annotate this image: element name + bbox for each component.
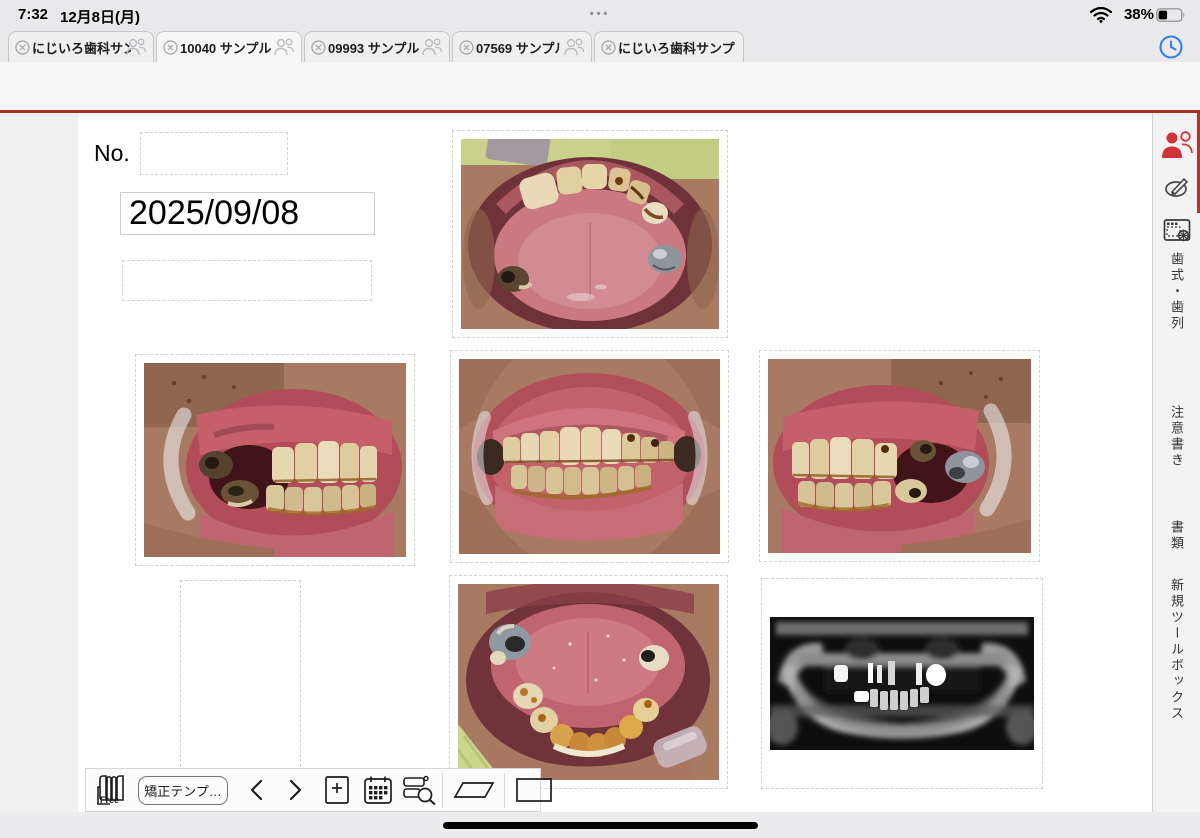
tab-close-icon[interactable] (601, 40, 616, 55)
tab-07569-sample[interactable]: 07569 サンプル (452, 31, 592, 62)
people-icon (563, 38, 585, 56)
photo-frontal[interactable] (450, 350, 729, 563)
tab-10040-sample[interactable]: 10040 サンプル (156, 31, 302, 62)
add-page-icon (324, 775, 350, 805)
tab-label: 09993 サンプル (328, 38, 419, 57)
toolbox-window-icon[interactable] (1163, 217, 1191, 245)
tab-nijiiro-shika-sample-2[interactable]: にじいろ歯科サンプル (594, 31, 744, 62)
tab-nijiiro-shika-sample-1[interactable]: にじいろ歯科サンプル (8, 31, 154, 62)
sidebar-item-notes[interactable]: 注意書き (1167, 405, 1186, 469)
sidebar-item-tooth-chart[interactable]: 歯式・歯列 (1167, 252, 1186, 332)
canvas-left-gutter (0, 113, 78, 812)
prev-page-button[interactable] (238, 769, 274, 811)
parallelogram-shape-button[interactable] (448, 769, 500, 811)
parallelogram-icon (453, 781, 495, 799)
photo-slot-empty[interactable] (180, 580, 301, 772)
tab-label: 10040 サンプル (180, 38, 271, 57)
tab-label: 07569 サンプル (476, 38, 561, 57)
patients-people-icon[interactable] (1161, 131, 1193, 159)
patient-no-field[interactable] (140, 132, 288, 175)
tab-label: にじいろ歯科サンプル (618, 38, 735, 57)
home-indicator[interactable] (443, 822, 758, 829)
memo-field[interactable] (122, 260, 372, 301)
add-page-button[interactable] (318, 769, 356, 811)
signature-pen-icon[interactable] (1164, 175, 1190, 199)
xray-panoramic[interactable] (761, 578, 1043, 789)
no-label: No. (94, 140, 130, 167)
template-book-button[interactable]: Free (92, 769, 136, 811)
tag-search-icon (402, 775, 436, 805)
calendar-icon (363, 775, 393, 805)
tab-09993-sample[interactable]: 09993 サンプル (304, 31, 450, 62)
people-icon (273, 38, 295, 56)
tab-close-icon[interactable] (311, 40, 326, 55)
top-chrome: 7:32 12月8日(月) ••• 38% にじいろ歯科サンプル (0, 0, 1200, 62)
free-mode-label: Free (100, 795, 119, 805)
bottom-toolbar-divider (504, 773, 505, 808)
main-toolbar: 10040 サンプル 見る 指す 書く (0, 62, 1200, 110)
app-screen: 7:32 12月8日(月) ••• 38% にじいろ歯科サンプル (0, 0, 1200, 838)
calendar-button[interactable] (358, 769, 398, 811)
rectangle-shape-button[interactable] (510, 769, 558, 811)
battery-icon (1156, 8, 1186, 22)
chevron-right-icon (289, 779, 303, 801)
photo-left-lateral[interactable] (759, 350, 1040, 562)
sidebar-item-new-toolbox[interactable]: 新規ツールボックス (1167, 578, 1186, 722)
bottom-toolbar-divider (442, 773, 443, 808)
bottom-strip (0, 812, 1200, 838)
battery-percent: 38% (1124, 6, 1154, 23)
sidebar-item-documents[interactable]: 書類 (1167, 520, 1186, 552)
tab-close-icon[interactable] (459, 40, 474, 55)
people-icon (421, 38, 443, 56)
people-icon (125, 38, 147, 56)
tab-label: にじいろ歯科サンプル (32, 38, 131, 57)
ortho-template-button[interactable]: 矯正テンプ… (138, 776, 228, 805)
photo-right-lateral[interactable] (135, 354, 415, 566)
history-clock-icon[interactable] (1158, 34, 1184, 60)
rectangle-icon (515, 777, 553, 803)
next-page-button[interactable] (278, 769, 314, 811)
bottom-toolbar: Free 矯正テンプ… (85, 768, 541, 812)
tab-close-icon[interactable] (163, 40, 178, 55)
photo-mandibular-occlusal[interactable] (449, 575, 728, 789)
wifi-icon (1090, 7, 1112, 23)
chevron-left-icon (249, 779, 263, 801)
photo-maxillary-occlusal[interactable] (452, 130, 728, 338)
date-field[interactable]: 2025/09/08 (120, 192, 375, 235)
right-sidebar: 歯式・歯列 注意書き 書類 新規ツールボックス (1152, 113, 1200, 812)
tab-close-icon[interactable] (15, 40, 30, 55)
status-menu-dots: ••• (0, 8, 1200, 20)
tag-search-button[interactable] (398, 769, 440, 811)
document-canvas[interactable]: No. 2025/09/08 (0, 113, 1152, 812)
